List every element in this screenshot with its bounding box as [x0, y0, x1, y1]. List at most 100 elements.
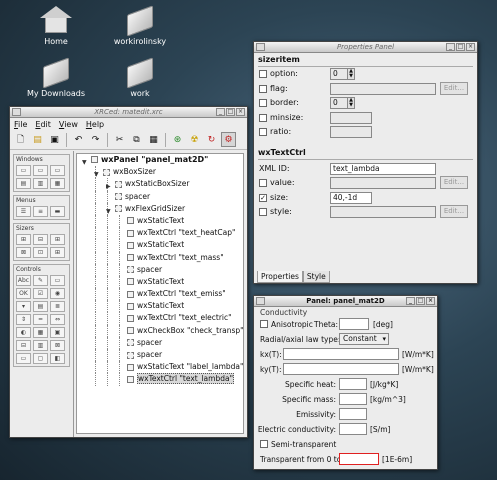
palette-button[interactable]: ⊠ — [50, 340, 65, 351]
palette-button[interactable]: ⊡ — [33, 247, 48, 258]
tree-item[interactable]: wxTextCtrl "text_emiss" — [77, 288, 243, 301]
menu-edit[interactable]: Edit — [35, 120, 51, 129]
palette-button[interactable]: ━ — [33, 314, 48, 325]
minimize-icon[interactable]: _ — [406, 297, 415, 305]
palette-button[interactable]: ▭ — [33, 165, 48, 176]
heat-field[interactable] — [339, 378, 367, 390]
palette-button[interactable]: ▦ — [50, 178, 65, 189]
palette-button[interactable]: ▬ — [50, 206, 65, 217]
theta-field[interactable] — [339, 318, 369, 330]
tree-item[interactable]: ▼ wxPanel "panel_mat2D" — [77, 154, 243, 166]
menu-file[interactable]: File — [14, 120, 27, 129]
tree-item[interactable]: wxStaticText — [77, 275, 243, 289]
palette-button[interactable]: ▾ — [16, 301, 31, 312]
xml-tree[interactable]: ▼ wxPanel "panel_mat2D" ▼ wxBoxSizer ▶ wxStat… — [76, 153, 244, 434]
palette-button[interactable]: ⊞ — [16, 234, 31, 245]
palette-button[interactable]: ▭ — [50, 275, 65, 286]
size-field[interactable]: 40,-1d — [330, 191, 372, 204]
option-spin[interactable]: ▲ ▼ — [347, 68, 355, 80]
palette-button[interactable]: ▢ — [33, 353, 48, 364]
palette-button[interactable]: ⇕ — [16, 314, 31, 325]
redo-icon[interactable]: ↷ — [88, 132, 103, 147]
undo-icon[interactable]: ↶ — [71, 132, 86, 147]
tree-item[interactable]: wxTextCtrl "text_lambda" — [77, 373, 243, 386]
tree-item[interactable]: wxTextCtrl "text_heatCap" — [77, 227, 243, 240]
palette-button[interactable]: ▭ — [50, 165, 65, 176]
palette-button[interactable]: ◧ — [50, 353, 65, 364]
panel-titlebar[interactable]: Panel: panel_mat2D _ □ × — [254, 296, 437, 307]
save-icon[interactable]: ▣ — [47, 132, 62, 147]
tab-style[interactable]: Style — [302, 271, 330, 283]
tree-item[interactable]: ▶ wxStaticBoxSizer — [77, 178, 243, 191]
palette-button[interactable]: ☑ — [33, 288, 48, 299]
palette-button[interactable]: Abc — [16, 275, 31, 286]
minsize-checkbox[interactable] — [259, 113, 267, 122]
tree-item[interactable]: spacer — [77, 349, 243, 362]
tree-item[interactable]: spacer — [77, 336, 243, 349]
value-edit-button[interactable]: Edit... — [440, 176, 468, 189]
close-icon[interactable]: × — [466, 43, 475, 51]
palette-button[interactable]: ▥ — [33, 340, 48, 351]
flag-field[interactable] — [330, 82, 436, 95]
refresh-icon[interactable]: ↻ — [204, 132, 219, 147]
minimize-icon[interactable]: _ — [446, 43, 455, 51]
tree-item[interactable]: wxTextCtrl "text_electric" — [77, 312, 243, 325]
semi-checkbox[interactable] — [260, 440, 268, 448]
anisotropic-checkbox[interactable] — [260, 320, 268, 328]
menu-view[interactable]: View — [59, 120, 78, 129]
copy-icon[interactable]: ⧉ — [129, 132, 144, 147]
style-edit-button[interactable]: Edit... — [440, 205, 468, 218]
minsize-field[interactable] — [330, 111, 372, 124]
close-icon[interactable]: × — [236, 108, 245, 116]
maximize-icon[interactable]: □ — [416, 297, 425, 305]
palette-button[interactable]: ▭ — [16, 353, 31, 364]
kx-field[interactable] — [283, 348, 399, 360]
style-field[interactable] — [330, 206, 436, 218]
tree-item[interactable]: ▼ wxFlexGridSizer — [77, 202, 243, 215]
palette-button[interactable]: ▭ — [16, 165, 31, 176]
elec-field[interactable] — [339, 423, 367, 435]
style-checkbox[interactable] — [259, 208, 267, 216]
palette-button[interactable]: ⊟ — [16, 340, 31, 351]
border-checkbox[interactable] — [259, 99, 267, 107]
tree-item[interactable]: spacer — [77, 190, 243, 203]
window-menu-icon[interactable] — [12, 108, 21, 116]
tree-item[interactable]: wxStaticText "label_lambda" — [77, 361, 243, 374]
maximize-icon[interactable]: □ — [226, 108, 235, 116]
palette-button[interactable]: ▤ — [16, 178, 31, 189]
transp-field[interactable] — [339, 453, 379, 465]
palette-button[interactable]: ☰ — [16, 206, 31, 217]
desktop-icon-work[interactable]: work — [100, 57, 180, 98]
test-icon[interactable]: ⊛ — [170, 132, 185, 147]
ratio-field[interactable] — [330, 126, 372, 138]
palette-button[interactable]: ⊞ — [50, 247, 65, 258]
auto-refresh-icon[interactable]: ⚙ — [221, 132, 236, 147]
palette-button[interactable]: ⊠ — [16, 247, 31, 258]
palette-button[interactable]: OK — [16, 288, 31, 299]
palette-button[interactable]: ◉ — [50, 288, 65, 299]
tab-properties[interactable]: Properties — [257, 271, 303, 283]
law-select[interactable]: Constant ▾ — [339, 333, 389, 345]
palette-button[interactable]: ▦ — [33, 327, 48, 338]
option-checkbox[interactable] — [259, 70, 267, 78]
ratio-checkbox[interactable] — [259, 128, 267, 136]
emiss-field[interactable] — [339, 408, 367, 420]
maximize-icon[interactable]: □ — [456, 43, 465, 51]
desktop-icon-home[interactable]: Home — [16, 6, 96, 46]
cut-icon[interactable]: ✂ — [112, 132, 127, 147]
desktop-icon-downloads[interactable]: My Downloads — [16, 57, 96, 98]
ky-field[interactable] — [283, 363, 399, 375]
tree-item[interactable]: wxCheckBox "check_transp" — [77, 324, 243, 337]
palette-button[interactable]: ⊟ — [33, 234, 48, 245]
desktop-icon-workirolinsky[interactable]: workirolinsky — [100, 5, 180, 46]
palette-button[interactable]: ⊞ — [50, 234, 65, 245]
tree-item[interactable]: wxStaticText — [77, 214, 243, 228]
xrced-titlebar[interactable]: XRCed: matedit.xrc _ □ × — [10, 107, 247, 118]
size-checkbox[interactable]: ✓ — [259, 193, 267, 202]
close-icon[interactable]: × — [426, 297, 435, 305]
palette-button[interactable]: ✎ — [33, 275, 48, 286]
value-field[interactable] — [330, 177, 436, 189]
palette-button[interactable]: ≡ — [33, 206, 48, 217]
minimize-icon[interactable]: _ — [216, 108, 225, 116]
tree-item[interactable]: wxStaticText — [77, 300, 243, 313]
